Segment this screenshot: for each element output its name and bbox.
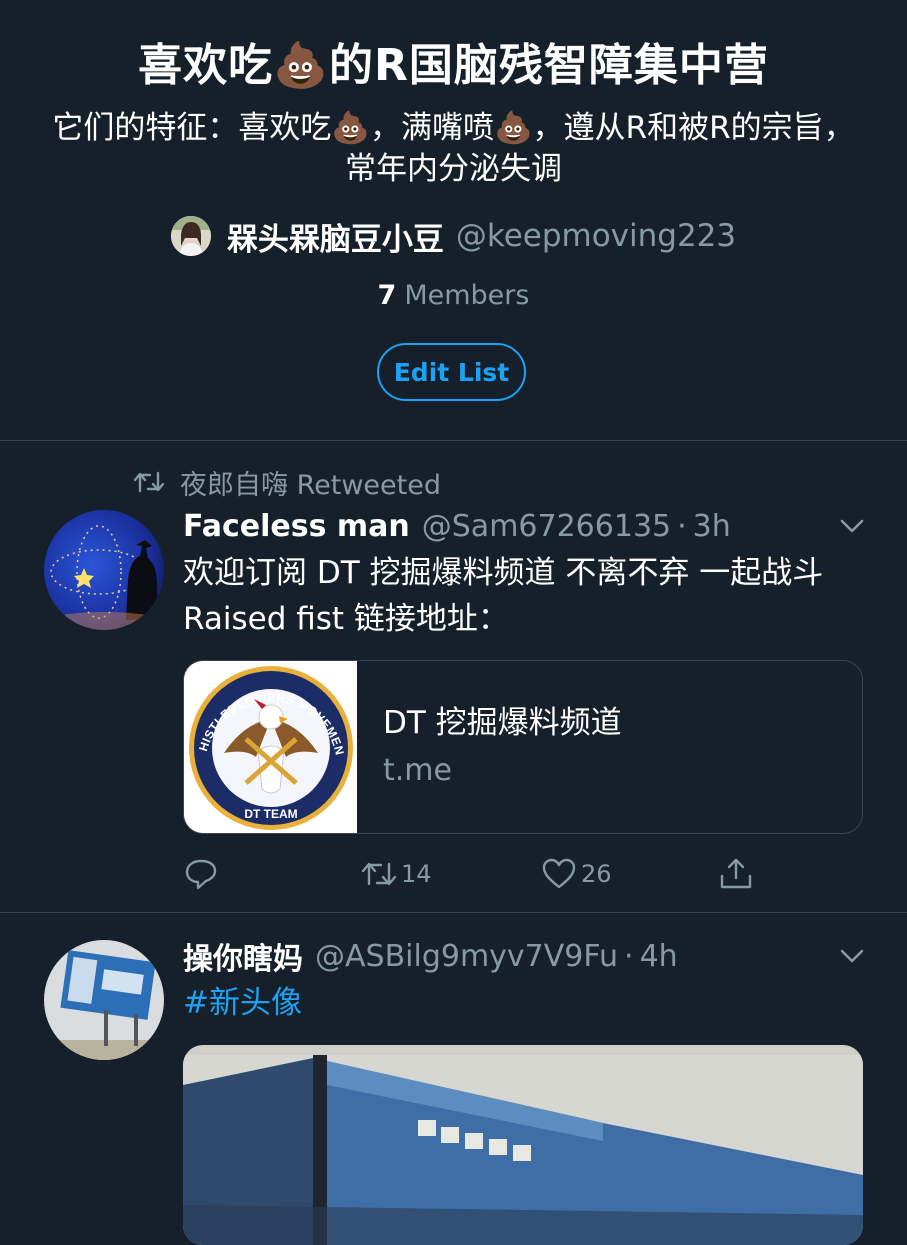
author-name[interactable]: 操你瞎妈 bbox=[183, 934, 303, 978]
retweet-count: 14 bbox=[401, 860, 432, 888]
list-header: 喜欢吃💩的R国脑残智障集中营 它们的特征：喜欢吃💩，满嘴喷💩，遵从R和被R的宗旨… bbox=[0, 0, 907, 440]
timestamp[interactable]: 4h bbox=[640, 939, 678, 974]
separator-dot: · bbox=[677, 508, 687, 544]
owner-handle[interactable]: @keepmoving223 bbox=[456, 218, 736, 254]
author-handle[interactable]: @ASBilg9myv7V9Fu bbox=[315, 939, 618, 974]
reply-icon bbox=[185, 859, 217, 890]
members-count[interactable]: 7 Members bbox=[0, 278, 907, 314]
members-label[interactable]: Members bbox=[404, 280, 529, 311]
tweet-text: #新头像 bbox=[183, 980, 873, 1026]
caret-down-icon[interactable] bbox=[836, 940, 868, 972]
list-title: 喜欢吃💩的R国脑残智障集中营 bbox=[138, 40, 769, 91]
logo-bottom-text: DT TEAM bbox=[244, 807, 297, 821]
tweet-actions: 14 26 bbox=[183, 852, 783, 896]
reply-button[interactable] bbox=[183, 852, 219, 896]
caret-down-icon[interactable] bbox=[836, 510, 868, 542]
divider bbox=[0, 912, 907, 913]
tweet-text: 欢迎订阅 DT 挖掘爆料频道 不离不弃 一起战斗 Raised fist 链接地… bbox=[183, 555, 824, 637]
owner-name[interactable]: 槑头槑脑豆小豆 bbox=[227, 214, 444, 259]
retweet-context-label: 夜郎自嗨 Retweeted bbox=[180, 469, 441, 501]
timestamp[interactable]: 3h bbox=[693, 509, 731, 544]
share-button[interactable] bbox=[718, 852, 754, 896]
divider bbox=[0, 440, 907, 441]
link-card[interactable]: WHISTLEBLOWERS MOVEMENT DT TEAM DT 挖掘爆料频… bbox=[183, 660, 863, 834]
tweet-header: 操你瞎妈 @ASBilg9myv7V9Fu · 4h bbox=[183, 934, 678, 978]
owner-avatar[interactable] bbox=[170, 216, 211, 256]
retweet-button[interactable]: 14 bbox=[361, 852, 432, 896]
author-handle[interactable]: @Sam67266135 bbox=[422, 509, 671, 544]
tweet-header: Faceless man @Sam67266135 · 3h bbox=[183, 506, 731, 546]
retweet-context[interactable]: 夜郎自嗨 Retweeted bbox=[134, 462, 441, 502]
members-number[interactable]: 7 bbox=[378, 280, 397, 311]
card-domain: t.me bbox=[383, 753, 452, 788]
card-title: DT 挖掘爆料频道 bbox=[383, 705, 622, 741]
like-count: 26 bbox=[581, 860, 612, 888]
tweet-media-image[interactable] bbox=[183, 1045, 863, 1245]
avatar[interactable] bbox=[44, 510, 164, 630]
list-description: 它们的特征：喜欢吃💩，满嘴喷💩，遵从R和被R的宗旨，常年内分泌失调 bbox=[52, 110, 855, 187]
edit-list-button[interactable]: Edit List bbox=[377, 343, 526, 401]
retweet-icon bbox=[134, 471, 164, 493]
card-image: WHISTLEBLOWERS MOVEMENT DT TEAM bbox=[184, 661, 357, 833]
separator-dot: · bbox=[624, 938, 634, 974]
like-icon bbox=[542, 858, 576, 889]
hashtag-link[interactable]: #新头像 bbox=[183, 985, 302, 1021]
list-owner[interactable]: 槑头槑脑豆小豆 @keepmoving223 bbox=[0, 212, 907, 260]
retweet-icon bbox=[361, 862, 397, 886]
share-icon bbox=[720, 858, 752, 889]
like-button[interactable]: 26 bbox=[541, 852, 612, 896]
author-name[interactable]: Faceless man bbox=[183, 509, 410, 544]
avatar[interactable] bbox=[44, 940, 164, 1060]
